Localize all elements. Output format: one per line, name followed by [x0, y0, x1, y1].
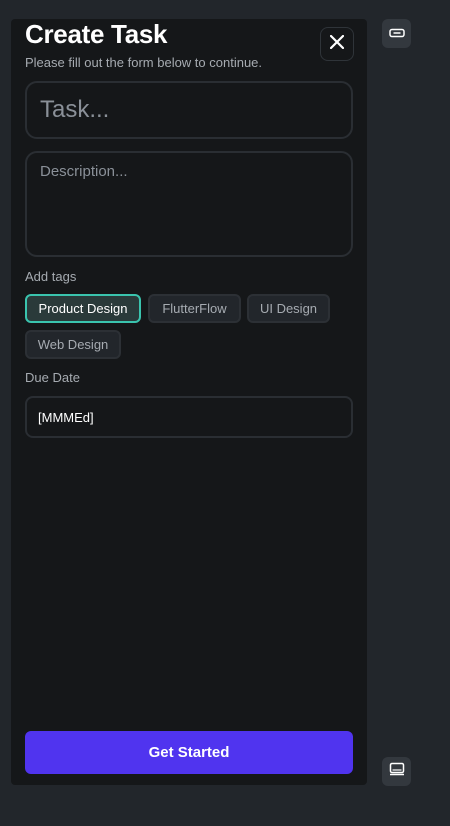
get-started-label: Get Started [148, 744, 230, 761]
page-subtitle: Please fill out the form below to contin… [25, 55, 263, 70]
get-started-button[interactable]: Get Started [25, 731, 353, 774]
tag-label: UI Design [259, 301, 318, 316]
due-date-label: Due Date [25, 370, 80, 385]
tag-label: Web Design [37, 337, 109, 352]
tag-label: Product Design [38, 301, 128, 316]
laptop-button[interactable] [382, 757, 411, 786]
tag-label: FlutterFlow [162, 301, 227, 316]
laptop-icon [389, 762, 405, 781]
tags-label: Add tags [25, 269, 77, 284]
tag-flutterflow[interactable]: FlutterFlow [148, 294, 241, 323]
minimize-icon [388, 25, 405, 43]
page-title: Create Task [25, 19, 168, 49]
due-date-field[interactable]: [MMMEd] [25, 396, 353, 438]
tag-web-design[interactable]: Web Design [25, 330, 121, 359]
due-date-value: [MMMEd] [38, 409, 94, 425]
description-input[interactable] [25, 151, 353, 257]
close-button[interactable] [320, 27, 354, 61]
close-icon [329, 34, 345, 54]
tag-ui-design[interactable]: UI Design [247, 294, 330, 323]
tag-product-design[interactable]: Product Design [25, 294, 141, 323]
task-input[interactable] [25, 81, 353, 139]
minimize-button[interactable] [382, 19, 411, 48]
